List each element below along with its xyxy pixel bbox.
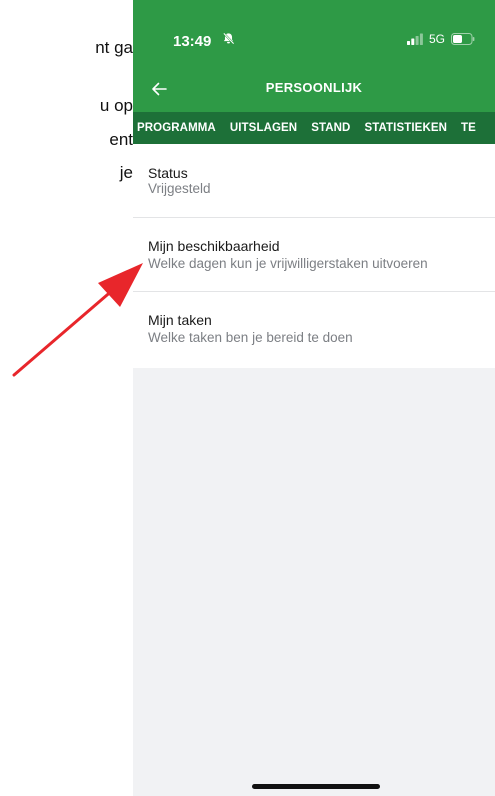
phone-screen: 13:49 5G PERSOONLIJK PROGRAMMA UITSLAGEN… xyxy=(133,0,495,796)
item-subtitle: Vrijgesteld xyxy=(148,181,211,196)
item-title: Status xyxy=(148,165,188,181)
status-bar: 13:49 5G xyxy=(133,0,495,66)
document-line: je xyxy=(119,163,133,182)
item-title: Mijn taken xyxy=(148,312,212,328)
list-item-beschikbaarheid[interactable]: Mijn beschikbaarheid Welke dagen kun je … xyxy=(133,218,495,292)
tab-programma[interactable]: PROGRAMMA xyxy=(133,122,223,134)
signal-icon xyxy=(406,33,423,45)
document-line: ent xyxy=(109,130,133,149)
network-type: 5G xyxy=(428,32,445,46)
list-item-taken[interactable]: Mijn taken Welke taken ben je bereid te … xyxy=(133,292,495,368)
tab-bar: PROGRAMMA UITSLAGEN STAND STATISTIEKEN T… xyxy=(133,112,495,144)
document-line: nt ga xyxy=(95,38,133,57)
status-indicators: 5G xyxy=(406,32,475,46)
item-subtitle: Welke dagen kun je vrijwilligerstaken ui… xyxy=(148,256,428,271)
home-indicator xyxy=(252,784,380,789)
tab-stand[interactable]: STAND xyxy=(304,122,357,134)
document-line: u op xyxy=(99,96,133,115)
list-item-status[interactable]: Status Vrijgesteld xyxy=(133,144,495,218)
item-subtitle: Welke taken ben je bereid te doen xyxy=(148,330,353,345)
status-time: 13:49 xyxy=(173,33,212,50)
settings-list: Status Vrijgesteld Mijn beschikbaarheid … xyxy=(133,144,495,368)
tab-te[interactable]: TE xyxy=(454,122,483,134)
tab-uitslagen[interactable]: UITSLAGEN xyxy=(223,122,304,134)
document-text-fragment: nt ga u op ent je xyxy=(0,0,133,796)
title-bar: PERSOONLIJK xyxy=(133,66,495,112)
bell-off-icon xyxy=(223,32,235,45)
item-title: Mijn beschikbaarheid xyxy=(148,238,280,254)
battery-icon xyxy=(451,33,475,45)
page-title: PERSOONLIJK xyxy=(265,80,363,95)
tab-statistieken[interactable]: STATISTIEKEN xyxy=(357,122,454,134)
